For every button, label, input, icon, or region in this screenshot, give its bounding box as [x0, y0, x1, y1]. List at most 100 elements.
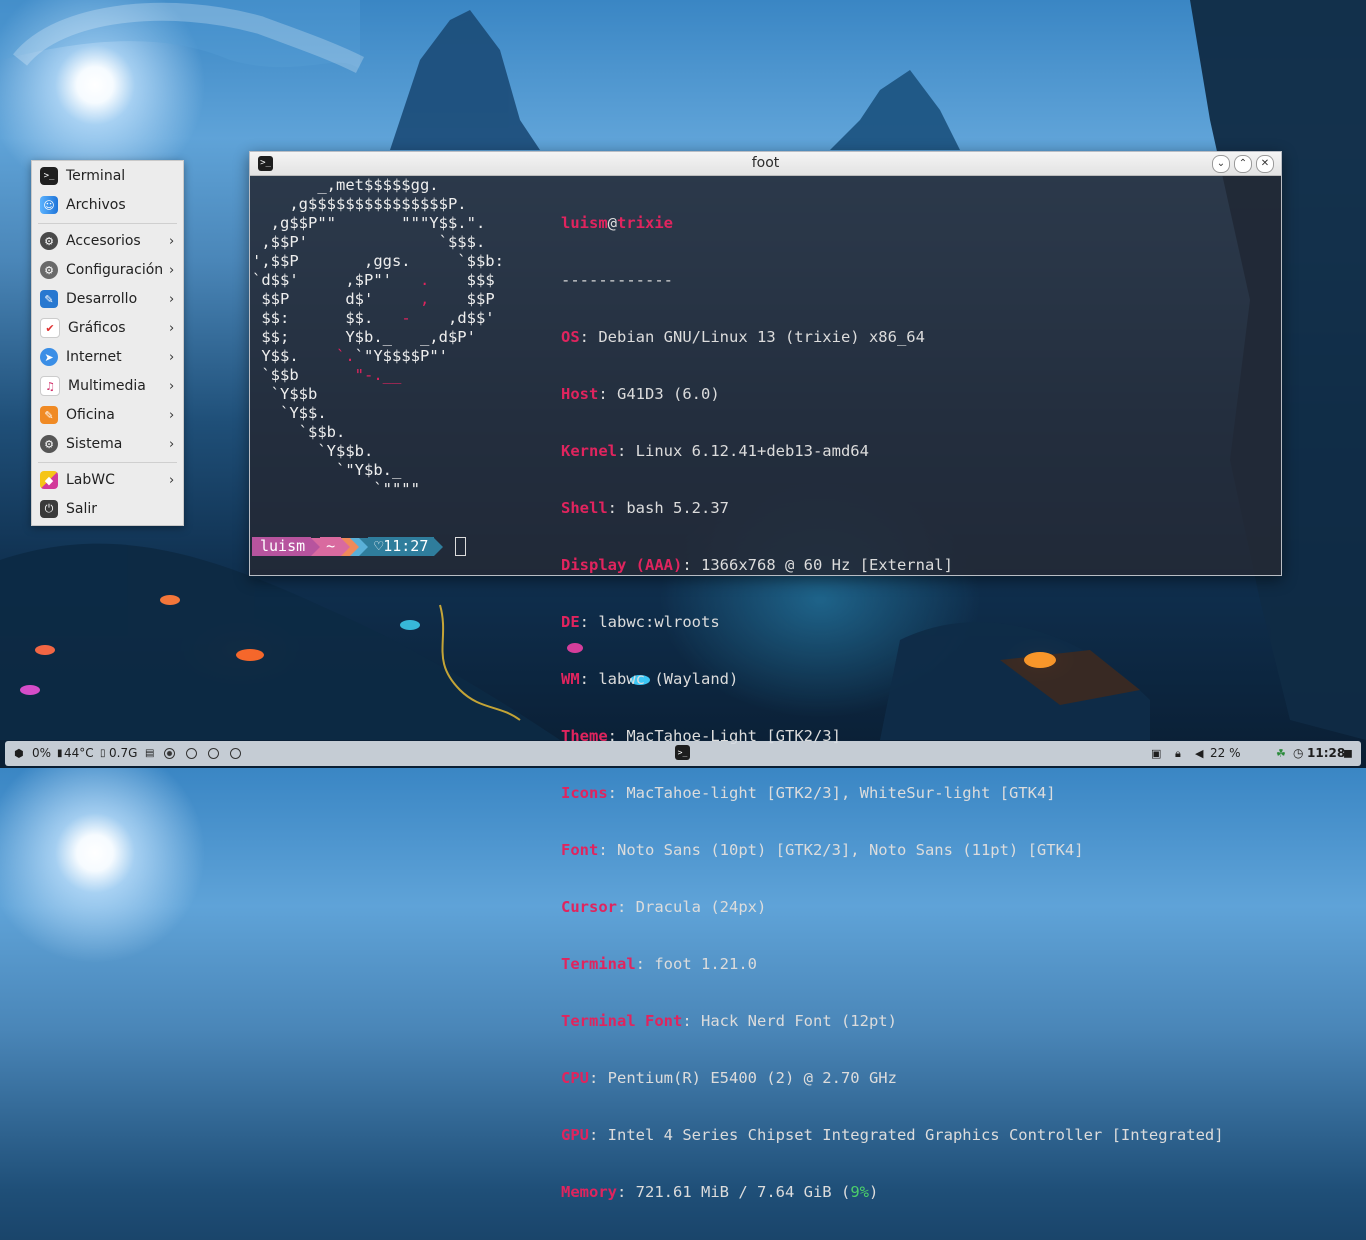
fastfetch-info: luism@trixie ------------ OS: Debian GNU…: [561, 176, 1224, 1240]
chevron-right-icon: ›: [169, 320, 175, 336]
power-icon: ⏻: [40, 500, 58, 518]
app-menu: >_ Terminal ☺ Archivos ⚙ Accesorios › ⚙ …: [31, 160, 184, 526]
volume-icon[interactable]: ◀: [1195, 746, 1203, 761]
cpu-icon: ⬢: [14, 747, 24, 760]
menu-item-label: Salir: [66, 501, 98, 517]
chevron-right-icon: ›: [169, 472, 175, 488]
terminal-icon: >_: [40, 167, 58, 185]
terminal-content[interactable]: _,met$$$$$gg. ,g$$$$$$$$$$$$$$$P. ,g$$P"…: [250, 176, 1281, 1201]
prompt-dir: ~: [320, 537, 342, 556]
menu-item-label: Gráficos: [68, 320, 126, 336]
menu-item-label: Desarrollo: [66, 291, 138, 307]
accessories-icon: ⚙: [40, 232, 58, 250]
system-icon: ⚙: [40, 435, 58, 453]
storage-icon: ▤: [145, 748, 155, 759]
development-icon: ✎: [40, 290, 58, 308]
menu-item-accesorios[interactable]: ⚙ Accesorios ›: [32, 227, 183, 255]
graphics-icon: ✔: [40, 318, 60, 338]
menu-separator: [38, 223, 177, 224]
minimize-button[interactable]: ⌄: [1212, 155, 1230, 173]
prompt-separator: [434, 537, 444, 556]
workspace-1-button[interactable]: [164, 746, 175, 761]
workspace-2-button[interactable]: [186, 746, 197, 761]
panel-menu-icon[interactable]: ◼: [1343, 746, 1353, 761]
menu-item-sistema[interactable]: ⚙ Sistema ›: [32, 430, 183, 458]
panel-clock[interactable]: 11:28: [1307, 746, 1345, 761]
close-button[interactable]: ✕: [1256, 155, 1274, 173]
menu-item-terminal[interactable]: >_ Terminal: [32, 162, 183, 190]
cpu-usage: 0%: [32, 746, 52, 760]
menu-item-label: Multimedia: [68, 378, 146, 394]
chevron-right-icon: ›: [169, 291, 175, 307]
fetch-row-memory: Memory: 721.61 MiB / 7.64 GiB (9%): [561, 1183, 879, 1201]
lock-icon[interactable]: 🔒︎: [1175, 746, 1181, 761]
menu-item-oficina[interactable]: ✎ Oficina ›: [32, 401, 183, 429]
menu-item-multimedia[interactable]: ♫ Multimedia ›: [32, 372, 183, 400]
menu-item-label: LabWC: [66, 472, 115, 488]
temperature-icon: ▮: [57, 748, 63, 759]
fetch-row-font: Font: Noto Sans (10pt) [GTK2/3], Noto Sa…: [561, 841, 1084, 859]
menu-item-labwc[interactable]: ◆ LabWC ›: [32, 466, 183, 494]
bottom-panel: ⬢ 0% ▮ 44°C ▯ 0.7G ▤ >_ ▣ 🔒︎ ◀ 22 % ☘ ◷ …: [5, 741, 1361, 766]
menu-item-internet[interactable]: ➤ Internet ›: [32, 343, 183, 371]
workspace-3-button[interactable]: [208, 746, 219, 761]
fetch-row-terminal: Terminal: foot 1.21.0: [561, 955, 757, 973]
fetch-row-shell: Shell: bash 5.2.37: [561, 499, 729, 517]
prompt-separator: [350, 537, 360, 556]
menu-item-label: Sistema: [66, 436, 123, 452]
screenshot-icon[interactable]: ▣: [1151, 746, 1161, 761]
fetch-at: @: [607, 214, 618, 232]
menu-item-label: Configuración: [66, 262, 164, 278]
debian-ascii-logo: _,met$$$$$gg. ,g$$$$$$$$$$$$$$$P. ,g$$P"…: [252, 176, 504, 498]
multimedia-icon: ♫: [40, 376, 60, 396]
menu-item-label: Archivos: [66, 197, 126, 213]
menu-item-graficos[interactable]: ✔ Gráficos ›: [32, 314, 183, 342]
chevron-right-icon: ›: [169, 349, 175, 365]
text-cursor: [455, 537, 467, 556]
terminal-window[interactable]: >_ foot ⌄ ⌃ ✕ _,met$$$$$gg. ,g$$$$$$$$$$…: [249, 151, 1282, 1201]
labwc-icon: ◆: [40, 471, 58, 489]
fetch-row-os: OS: Debian GNU/Linux 13 (trixie) x86_64: [561, 328, 925, 346]
menu-item-salir[interactable]: ⏻ Salir: [32, 495, 183, 523]
internet-icon: ➤: [40, 348, 58, 366]
fetch-user: luism: [561, 214, 608, 232]
shell-prompt: luism ~ ♡11:27: [252, 537, 467, 556]
menu-separator: [38, 462, 177, 463]
clock-icon: ◷: [1293, 746, 1304, 760]
menu-item-label: Accesorios: [66, 233, 141, 249]
menu-item-label: Oficina: [66, 407, 115, 423]
memory-icon: ▯: [100, 748, 106, 759]
prompt-user: luism: [252, 537, 312, 556]
fetch-row-cursor: Cursor: Dracula (24px): [561, 898, 767, 916]
taskbar-terminal-icon[interactable]: >_: [675, 745, 690, 760]
menu-item-label: Terminal: [66, 168, 126, 184]
fetch-row-wm: WM: labwc (Wayland): [561, 670, 739, 688]
menu-item-desarrollo[interactable]: ✎ Desarrollo ›: [32, 285, 183, 313]
maximize-button[interactable]: ⌃: [1234, 155, 1252, 173]
workspace-4-button[interactable]: [230, 746, 241, 761]
fetch-row-gpu: GPU: Intel 4 Series Chipset Integrated G…: [561, 1126, 1224, 1144]
menu-item-archivos[interactable]: ☺ Archivos: [32, 191, 183, 219]
prompt-separator: [359, 537, 369, 556]
network-icon[interactable]: ☘: [1276, 746, 1286, 761]
fetch-host: trixie: [617, 214, 674, 232]
prompt-separator: [341, 537, 351, 556]
chevron-right-icon: ›: [169, 407, 175, 423]
fetch-separator: ------------: [561, 271, 673, 289]
fetch-row-icons: Icons: MacTahoe-light [GTK2/3], WhiteSur…: [561, 784, 1056, 802]
fetch-row-terminal-font: Terminal Font: Hack Nerd Font (12pt): [561, 1012, 897, 1030]
window-titlebar[interactable]: >_ foot ⌄ ⌃ ✕: [250, 152, 1281, 176]
fetch-header: luism@trixie: [561, 214, 1224, 233]
menu-item-label: Internet: [66, 349, 122, 365]
settings-icon: ⚙: [40, 261, 58, 279]
window-title: foot: [751, 155, 780, 171]
memory-usage: 0.7G: [109, 746, 138, 760]
volume-level: 22 %: [1210, 746, 1241, 760]
fetch-row-cpu: CPU: Pentium(R) E5400 (2) @ 2.70 GHz: [561, 1069, 897, 1087]
prompt-separator: [311, 537, 321, 556]
fetch-row-de: DE: labwc:wlroots: [561, 613, 720, 631]
fetch-row-host: Host: G41D3 (6.0): [561, 385, 720, 403]
menu-item-configuracion[interactable]: ⚙ Configuración ›: [32, 256, 183, 284]
chevron-right-icon: ›: [169, 233, 175, 249]
fetch-row-kernel: Kernel: Linux 6.12.41+deb13-amd64: [561, 442, 869, 460]
